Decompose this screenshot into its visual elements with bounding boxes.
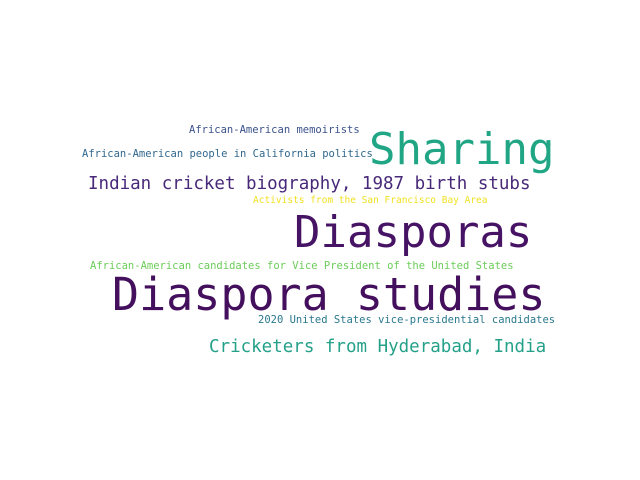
word-african-american-people-in-california-politics: African-American people in California po… [82,148,373,160]
word-sharing: Sharing [369,124,555,175]
word-diasporas: Diasporas [294,207,533,258]
word-2020-united-states-vice-presidential-candidates: 2020 United States vice-presidential can… [258,314,556,326]
word-cloud: African-American memoirists African-Amer… [0,0,640,480]
word-cricketers-from-hyderabad-india: Cricketers from Hyderabad, India [209,337,547,357]
word-diaspora-studies: Diaspora studies [112,268,546,321]
word-african-american-memoirists: African-American memoirists [189,124,360,136]
word-activists-from-the-san-francisco-bay-area: Activists from the San Francisco Bay Are… [253,195,488,206]
word-indian-cricket-biography-1987-birth-stubs: Indian cricket biography, 1987 birth stu… [88,174,531,194]
